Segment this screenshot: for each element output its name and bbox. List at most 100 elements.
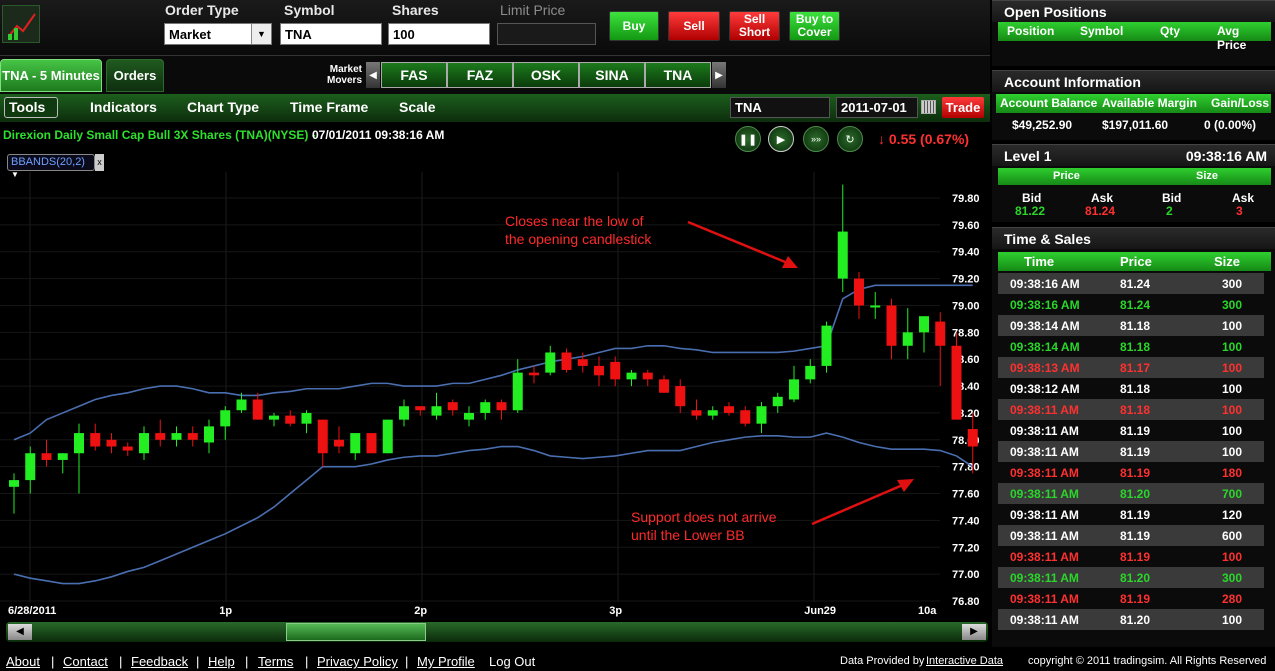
- chevron-left-icon[interactable]: ◀: [8, 624, 32, 640]
- bid-price-label: Bid: [1022, 191, 1042, 205]
- x-tick-label: 6/28/2011: [8, 605, 56, 617]
- annotation-text: until the Lower BB: [631, 527, 745, 543]
- chart-title: Direxion Daily Small Cap Bull 3X Shares …: [3, 128, 316, 142]
- mover-item[interactable]: SINA: [579, 62, 645, 88]
- mover-item[interactable]: TNA: [645, 62, 711, 88]
- candle-body: [691, 410, 702, 416]
- y-tick-label: 79.40: [952, 247, 980, 259]
- limit-price-label: Limit Price: [500, 2, 566, 18]
- ts-size: 100: [1222, 340, 1243, 354]
- chevron-down-icon[interactable]: ▼: [251, 24, 271, 44]
- annotation-text: Closes near the low of: [505, 213, 644, 229]
- ts-price: 81.20: [1120, 487, 1151, 501]
- footer-separator: |: [305, 654, 309, 669]
- ts-size: 280: [1222, 592, 1243, 606]
- col-symbol: Symbol: [1080, 24, 1124, 38]
- trade-button[interactable]: Trade: [942, 97, 984, 118]
- ts-time: 09:38:16 AM: [1010, 298, 1080, 312]
- logout-link[interactable]: Log Out: [489, 654, 535, 669]
- footer-link-feedback[interactable]: Feedback: [131, 654, 188, 669]
- candle-body: [724, 406, 734, 413]
- fast-forward-icon[interactable]: »»: [803, 126, 829, 152]
- indicator-tag[interactable]: BBANDS(20,2) ▼: [7, 154, 95, 179]
- calendar-icon[interactable]: [921, 100, 936, 114]
- lower-bollinger-band: [13, 432, 974, 585]
- chart-type-menu[interactable]: Chart Type: [187, 99, 259, 115]
- time-frame-menu[interactable]: Time Frame: [290, 99, 368, 115]
- ts-size: 120: [1222, 508, 1243, 522]
- data-provider-link[interactable]: Interactive Data: [926, 655, 1003, 667]
- y-tick-label: 79.00: [952, 300, 980, 312]
- account-balance-value: $49,252.90: [1012, 118, 1073, 132]
- scroll-thumb[interactable]: [286, 623, 426, 641]
- time-sales-row: 09:38:16 AM 81.24 300: [998, 273, 1264, 294]
- candle-body: [480, 402, 491, 413]
- ts-time: 09:38:12 AM: [1010, 382, 1080, 396]
- ts-size: 100: [1222, 403, 1243, 417]
- chart-area[interactable]: 79.80 79.60 79.40 79.20 79.00 78.80 78.60 78.40…: [0, 122, 990, 618]
- tools-menu[interactable]: Tools ▼: [4, 97, 58, 130]
- time-sales-row: 09:38:12 AM 81.18 100: [998, 378, 1264, 399]
- chart-toolbar: Tools ▼ Indicators Chart Type Time Frame…: [0, 94, 990, 130]
- buy-button[interactable]: Buy: [609, 11, 659, 41]
- mover-item[interactable]: FAZ: [447, 62, 513, 88]
- mover-item[interactable]: FAS: [381, 62, 447, 88]
- ts-price: 81.24: [1120, 298, 1151, 312]
- candle-body: [285, 415, 296, 424]
- buy-to-cover-button[interactable]: Buy to Cover: [789, 11, 840, 41]
- chart-date-input[interactable]: 2011-07-01: [836, 97, 918, 118]
- y-tick-label: 77.80: [952, 462, 980, 474]
- candlestick-chart[interactable]: 79.8079.6079.4079.2079.0078.8078.6078.40…: [0, 122, 990, 618]
- candle-body: [967, 429, 978, 447]
- footer-link-my-profile[interactable]: My Profile: [417, 654, 475, 669]
- ts-time: 09:38:11 AM: [1010, 445, 1079, 459]
- footer-separator: |: [196, 654, 200, 669]
- tab-chart[interactable]: TNA - 5 Minutes: [0, 59, 102, 92]
- time-sales-title: Time & Sales: [992, 227, 1275, 249]
- footer-link-privacy-policy[interactable]: Privacy Policy: [317, 654, 398, 669]
- sell-short-button[interactable]: Sell Short: [729, 11, 780, 41]
- candle-body: [626, 372, 637, 380]
- candle-body: [935, 321, 946, 346]
- chevron-left-icon[interactable]: ◀: [366, 62, 380, 88]
- ts-time: 09:38:11 AM: [1010, 592, 1079, 606]
- ts-price: 81.24: [1120, 277, 1151, 291]
- shares-input[interactable]: 100: [388, 23, 490, 45]
- order-type-label: Order Type: [165, 2, 239, 18]
- footer-link-about[interactable]: About: [6, 654, 40, 669]
- ts-time: 09:38:11 AM: [1010, 508, 1079, 522]
- sell-button[interactable]: Sell: [668, 11, 720, 41]
- tab-orders[interactable]: Orders: [106, 59, 164, 92]
- candle-body: [496, 402, 507, 411]
- refresh-icon[interactable]: ↻: [837, 126, 863, 152]
- footer-link-terms[interactable]: Terms: [258, 654, 293, 669]
- level1-panel: Level 1 09:38:16 AM Price Size Bid Ask B…: [992, 144, 1275, 222]
- play-icon[interactable]: ▶: [768, 126, 794, 152]
- close-icon[interactable]: x: [95, 154, 104, 171]
- chevron-right-icon[interactable]: ▶: [712, 62, 726, 88]
- ts-size: 100: [1222, 382, 1243, 396]
- candle-body: [594, 365, 604, 376]
- scale-menu[interactable]: Scale: [399, 99, 436, 115]
- annotation-arrow: [687, 220, 791, 266]
- chart-scrollbar[interactable]: ◀ ▶: [6, 622, 988, 642]
- indicators-menu[interactable]: Indicators: [90, 99, 157, 115]
- account-panel: Account Information Account Balance Avai…: [992, 70, 1275, 140]
- y-tick-label: 77.60: [952, 489, 980, 501]
- chevron-right-icon[interactable]: ▶: [962, 624, 986, 640]
- limit-price-input[interactable]: [497, 23, 596, 45]
- chart-symbol-input[interactable]: TNA: [730, 97, 830, 118]
- ts-time: 09:38:11 AM: [1010, 613, 1079, 627]
- ts-price: 81.17: [1120, 361, 1151, 375]
- y-tick-label: 79.80: [952, 193, 980, 205]
- ask-size-label: Ask: [1232, 191, 1255, 205]
- candle-body: [220, 410, 231, 427]
- footer-link-help[interactable]: Help: [208, 654, 235, 669]
- mover-item[interactable]: OSK: [513, 62, 579, 88]
- symbol-input[interactable]: TNA: [280, 23, 382, 45]
- col-time: Time: [1024, 254, 1055, 269]
- ts-time: 09:38:11 AM: [1010, 424, 1079, 438]
- footer-link-contact[interactable]: Contact: [63, 654, 108, 669]
- order-type-select[interactable]: Market ▼: [164, 23, 272, 45]
- pause-icon[interactable]: ❚❚: [735, 126, 761, 152]
